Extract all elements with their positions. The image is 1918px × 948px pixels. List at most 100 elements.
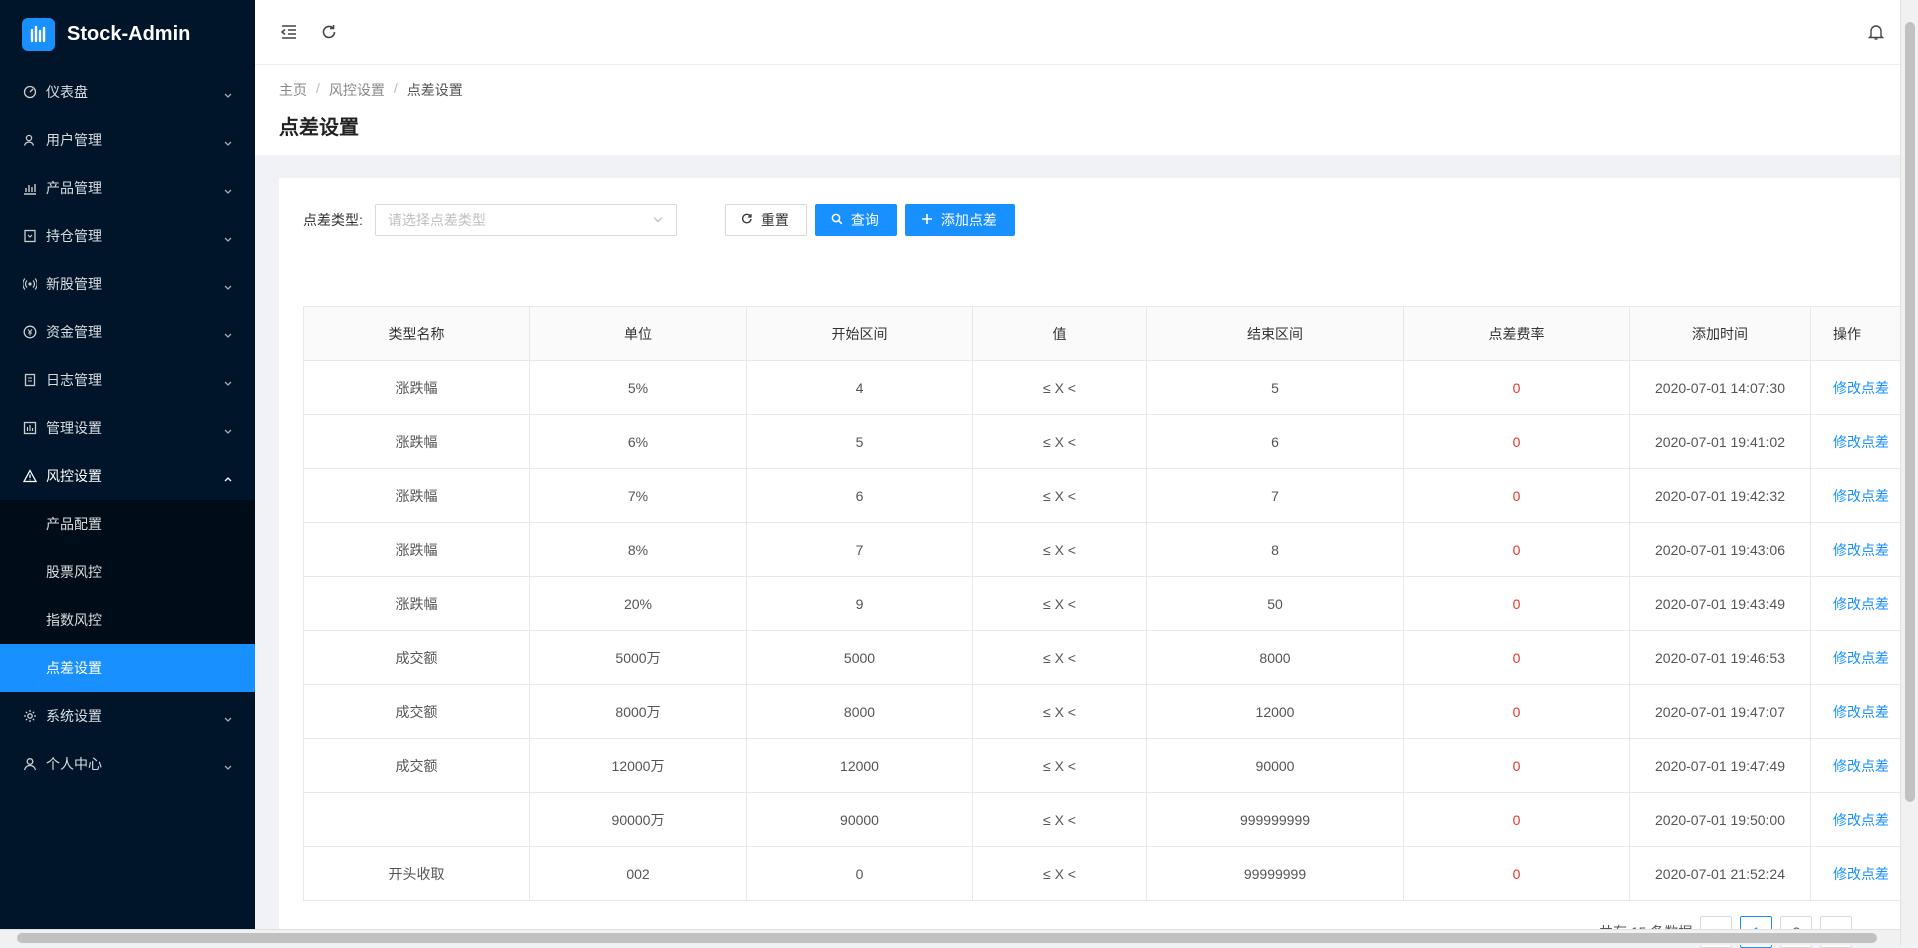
column-header[interactable]: 添加时间 <box>1630 307 1811 361</box>
submenu-item-product-config[interactable]: 产品配置 <box>0 500 255 548</box>
cell-unit: 6% <box>530 415 747 469</box>
breadcrumb-separator: / <box>316 80 320 100</box>
sidebar-item-admin-settings[interactable]: 管理设置 <box>0 404 255 452</box>
column-header[interactable]: 点差费率 <box>1404 307 1630 361</box>
sidebar: Stock-Admin 仪表盘 用户管理 产品管理 持仓管理 新股管理 <box>0 0 255 945</box>
cell-start: 12000 <box>747 739 973 793</box>
column-header[interactable]: 开始区间 <box>747 307 973 361</box>
cell-time: 2020-07-01 19:42:32 <box>1630 469 1811 523</box>
cell-value: ≤ X < <box>973 469 1147 523</box>
app-title: Stock-Admin <box>67 23 190 46</box>
edit-spread-link[interactable]: 修改点差 <box>1811 523 1901 577</box>
edit-spread-link[interactable]: 修改点差 <box>1811 361 1901 415</box>
sidebar-item-system-settings[interactable]: 系统设置 <box>0 692 255 740</box>
edit-spread-link[interactable]: 修改点差 <box>1811 415 1901 469</box>
sidebar-item-label: 产品管理 <box>46 178 223 198</box>
submenu-item-index-risk[interactable]: 指数风控 <box>0 596 255 644</box>
select-placeholder: 请选择点差类型 <box>388 210 486 230</box>
search-icon <box>831 212 851 228</box>
cell-time: 2020-07-01 19:43:49 <box>1630 577 1811 631</box>
cell-value: ≤ X < <box>973 793 1147 847</box>
sidebar-item-label: 仪表盘 <box>46 82 223 102</box>
edit-spread-link[interactable]: 修改点差 <box>1811 739 1901 793</box>
menu-collapse-icon[interactable] <box>277 20 301 44</box>
cell-start: 9 <box>747 577 973 631</box>
sidebar-item-funds[interactable]: 资金管理 <box>0 308 255 356</box>
vertical-scrollbar[interactable] <box>1900 0 1918 945</box>
cell-type <box>304 793 530 847</box>
cell-value: ≤ X < <box>973 685 1147 739</box>
chevron-down-icon <box>223 87 233 97</box>
add-label: 添加点差 <box>941 210 997 230</box>
cell-start: 5000 <box>747 631 973 685</box>
reset-button[interactable]: 重置 <box>725 204 807 236</box>
query-button[interactable]: 查询 <box>815 204 897 236</box>
submenu-item-stock-risk[interactable]: 股票风控 <box>0 548 255 596</box>
sidebar-item-users[interactable]: 用户管理 <box>0 116 255 164</box>
gear-icon <box>22 708 38 724</box>
table-row: 涨跌幅8%7≤ X <802020-07-01 19:43:06修改点差 <box>304 523 1901 577</box>
sidebar-item-profile[interactable]: 个人中心 <box>0 740 255 788</box>
horizontal-scrollbar[interactable] <box>0 929 1900 945</box>
sidebar-item-label: 资金管理 <box>46 322 223 342</box>
scrollbar-thumb[interactable] <box>1905 22 1915 802</box>
logo[interactable]: Stock-Admin <box>0 0 255 68</box>
refresh-icon[interactable] <box>317 20 341 44</box>
sidebar-item-risk-settings[interactable]: 风控设置 <box>0 452 255 500</box>
cell-unit: 12000万 <box>530 739 747 793</box>
column-header[interactable]: 结束区间 <box>1147 307 1404 361</box>
spread-type-select[interactable]: 请选择点差类型 <box>375 204 677 236</box>
chevron-down-icon <box>223 183 233 193</box>
edit-spread-link[interactable]: 修改点差 <box>1811 577 1901 631</box>
cell-end: 90000 <box>1147 739 1404 793</box>
cell-time: 2020-07-01 14:07:30 <box>1630 361 1811 415</box>
edit-spread-link[interactable]: 修改点差 <box>1811 685 1901 739</box>
cell-rate: 0 <box>1404 469 1630 523</box>
column-header[interactable]: 值 <box>973 307 1147 361</box>
breadcrumb-parent[interactable]: 风控设置 <box>329 80 385 100</box>
cell-type: 涨跌幅 <box>304 577 530 631</box>
edit-spread-link[interactable]: 修改点差 <box>1811 847 1901 901</box>
chevron-down-icon <box>223 279 233 289</box>
cell-rate: 0 <box>1404 793 1630 847</box>
table-row: 90000万90000≤ X <99999999902020-07-01 19:… <box>304 793 1901 847</box>
chevron-down-icon <box>223 711 233 721</box>
sidebar-item-products[interactable]: 产品管理 <box>0 164 255 212</box>
edit-spread-link[interactable]: 修改点差 <box>1811 631 1901 685</box>
filter-label: 点差类型: <box>303 210 363 230</box>
cell-type: 涨跌幅 <box>304 361 530 415</box>
edit-spread-link[interactable]: 修改点差 <box>1811 793 1901 847</box>
cell-unit: 90000万 <box>530 793 747 847</box>
column-header[interactable]: 单位 <box>530 307 747 361</box>
add-spread-button[interactable]: 添加点差 <box>905 204 1015 236</box>
sidebar-item-positions[interactable]: 持仓管理 <box>0 212 255 260</box>
column-header[interactable]: 类型名称 <box>304 307 530 361</box>
cell-unit: 8000万 <box>530 685 747 739</box>
sidebar-item-ipo[interactable]: 新股管理 <box>0 260 255 308</box>
submenu-item-spread-settings[interactable]: 点差设置 <box>0 644 255 692</box>
warning-icon <box>22 468 38 484</box>
column-header: 操作 <box>1811 307 1901 361</box>
chevron-down-icon <box>223 423 233 433</box>
cell-start: 90000 <box>747 793 973 847</box>
bell-icon[interactable] <box>1864 20 1888 44</box>
cell-time: 2020-07-01 19:50:00 <box>1630 793 1811 847</box>
cell-type: 成交额 <box>304 739 530 793</box>
sidebar-item-dashboard[interactable]: 仪表盘 <box>0 68 255 116</box>
breadcrumb-home[interactable]: 主页 <box>279 80 307 100</box>
cell-end: 50 <box>1147 577 1404 631</box>
cell-end: 6 <box>1147 415 1404 469</box>
cell-start: 0 <box>747 847 973 901</box>
breadcrumb: 主页 / 风控设置 / 点差设置 <box>279 80 463 100</box>
sidebar-item-label: 持仓管理 <box>46 226 223 246</box>
sidebar-item-label: 系统设置 <box>46 706 223 726</box>
sidebar-item-label: 风控设置 <box>46 466 223 486</box>
plus-icon <box>921 212 941 228</box>
cell-rate: 0 <box>1404 631 1630 685</box>
chevron-down-icon <box>223 135 233 145</box>
scrollbar-thumb[interactable] <box>17 933 1877 943</box>
cell-unit: 8% <box>530 523 747 577</box>
sidebar-item-logs[interactable]: 日志管理 <box>0 356 255 404</box>
cell-value: ≤ X < <box>973 577 1147 631</box>
edit-spread-link[interactable]: 修改点差 <box>1811 469 1901 523</box>
